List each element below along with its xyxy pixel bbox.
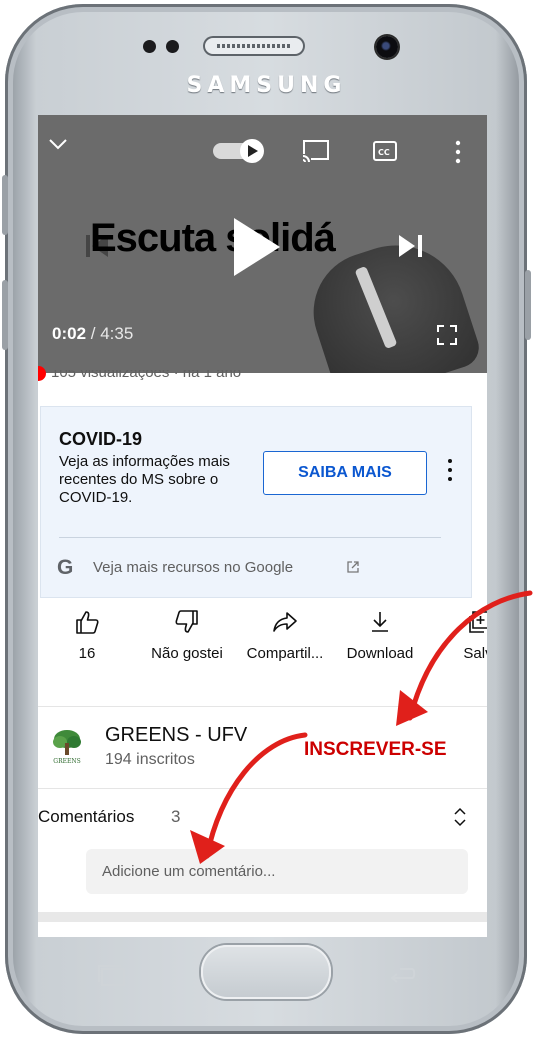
previous-icon — [86, 235, 108, 257]
recent-apps-icon[interactable] — [97, 965, 127, 987]
covid-info-card: COVID-19 Veja as informações mais recent… — [40, 406, 472, 598]
download-button[interactable]: Download — [330, 609, 430, 662]
subscriber-count: 194 inscritos — [105, 751, 195, 768]
comment-input[interactable]: Adicione um comentário... — [86, 849, 468, 894]
next-icon[interactable] — [396, 232, 426, 260]
fullscreen-icon[interactable] — [436, 324, 458, 346]
share-label: Compartil... — [246, 645, 324, 662]
divider — [38, 706, 487, 707]
sensor-dot — [143, 40, 156, 53]
minimize-chevron-icon[interactable] — [48, 137, 68, 151]
card-divider — [59, 537, 441, 538]
save-label: Salv — [463, 645, 487, 662]
video-actions-row: 16 Não gostei Compartil... Download Salv — [38, 609, 487, 699]
current-time: 0:02 — [52, 324, 87, 343]
download-label: Download — [346, 645, 414, 662]
home-button[interactable] — [201, 945, 331, 999]
brand-logo: SAMSUNG — [186, 73, 347, 98]
thumbs-up-icon — [76, 611, 99, 634]
bixby-button — [2, 280, 8, 350]
video-duration: / 4:35 — [90, 324, 134, 343]
share-icon — [273, 612, 297, 632]
video-time: 0:02 / 4:35 — [52, 324, 133, 344]
share-button[interactable]: Compartil... — [235, 609, 335, 662]
back-icon[interactable] — [388, 963, 418, 987]
power-button — [525, 270, 531, 340]
play-icon[interactable] — [234, 218, 280, 276]
views-text: 105 visualizações · há 1 ano — [51, 370, 242, 381]
subscribe-button[interactable]: INSCREVER-SE — [304, 739, 447, 761]
covid-description: Veja as informações mais recentes do MS … — [59, 453, 230, 506]
volume-button — [2, 175, 8, 235]
more-options-icon[interactable] — [450, 139, 466, 165]
comments-count: 3 — [171, 807, 181, 826]
views-line: 105 visualizações · há 1 ano — [38, 370, 487, 384]
covid-title: COVID-19 — [59, 429, 143, 449]
front-camera — [376, 36, 398, 58]
save-button[interactable]: Salv — [428, 609, 487, 662]
expand-collapse-icon[interactable] — [452, 807, 468, 827]
svg-text:CC: CC — [378, 148, 390, 157]
dislike-button[interactable]: Não gostei — [137, 609, 237, 662]
external-link-icon — [347, 561, 359, 573]
captions-icon[interactable]: CC — [372, 139, 398, 163]
saiba-mais-button[interactable]: SAIBA MAIS — [263, 451, 427, 495]
channel-name[interactable]: GREENS - UFV — [105, 724, 247, 747]
like-button[interactable]: 16 — [38, 609, 137, 662]
save-icon — [469, 611, 487, 633]
earpiece-speaker — [203, 36, 305, 56]
sensor-dot — [166, 40, 179, 53]
channel-avatar[interactable]: GREENS — [50, 729, 84, 765]
dislike-label: Não gostei — [151, 645, 223, 662]
google-resources-link[interactable]: Veja mais recursos no Google — [93, 559, 293, 576]
download-icon — [372, 612, 388, 632]
card-more-icon[interactable] — [446, 457, 454, 483]
google-g-icon: G — [57, 556, 74, 579]
autoplay-toggle-icon[interactable] — [212, 138, 268, 164]
video-title-overlay: Escuta solidá — [90, 216, 336, 260]
cast-icon[interactable] — [301, 139, 331, 163]
phone-screen: Escuta solidá CC 0:02 / 4:35 105 visuali… — [38, 115, 487, 937]
thumbs-down-icon — [175, 610, 198, 633]
like-count: 16 — [78, 645, 96, 662]
divider — [38, 788, 487, 789]
section-separator — [38, 912, 487, 922]
video-player[interactable]: Escuta solidá CC 0:02 / 4:35 — [38, 115, 487, 373]
avatar-text: GREENS — [53, 758, 80, 765]
comments-title[interactable]: Comentários — [38, 807, 134, 827]
